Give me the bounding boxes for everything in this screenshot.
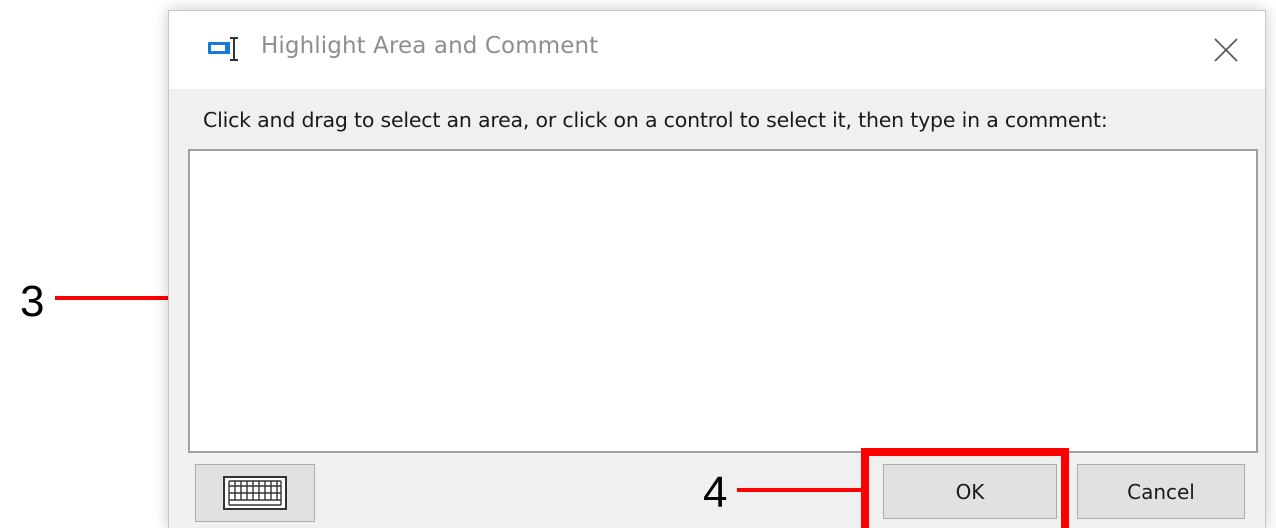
comment-input[interactable]	[188, 149, 1258, 453]
callout-label-4: 4	[703, 468, 728, 517]
close-button[interactable]	[1187, 11, 1265, 89]
keyboard-icon	[223, 476, 287, 510]
callout-line-3	[55, 296, 186, 300]
cancel-button[interactable]: Cancel	[1077, 464, 1245, 519]
callout-label-3: 3	[20, 277, 45, 326]
close-icon	[1214, 38, 1238, 62]
keyboard-button[interactable]	[195, 464, 315, 522]
title-bar: Highlight Area and Comment	[169, 11, 1265, 89]
callout-line-4	[737, 488, 861, 492]
dialog-title: Highlight Area and Comment	[261, 33, 599, 59]
ok-highlight-box	[861, 448, 1069, 528]
instruction-text: Click and drag to select an area, or cli…	[203, 108, 1108, 132]
highlight-comment-icon	[207, 36, 241, 62]
